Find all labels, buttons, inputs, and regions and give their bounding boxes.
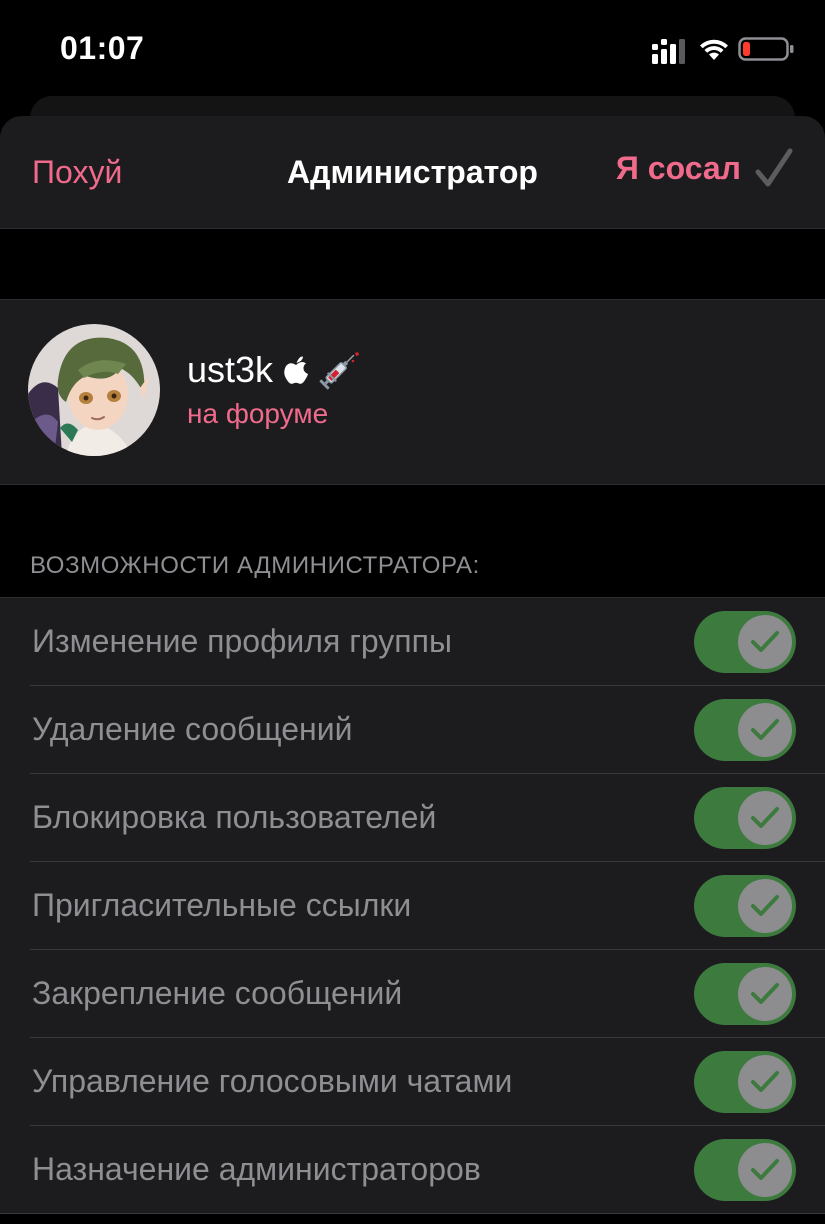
check-icon (751, 1159, 779, 1180)
right-row-change-group-info[interactable]: Изменение профиля группы (0, 598, 825, 686)
right-label: Изменение профиля группы (32, 623, 452, 659)
right-row-manage-voice-chats[interactable]: Управление голосовыми чатами (0, 1038, 825, 1126)
user-name-row: ust3k (187, 348, 361, 392)
user-name: ust3k (187, 349, 274, 390)
check-mark-icon (755, 148, 793, 187)
user-status: на форуме (187, 398, 329, 429)
check-icon (751, 1071, 779, 1092)
done-button[interactable]: Я сосал (616, 148, 793, 188)
right-label: Закрепление сообщений (32, 975, 403, 1011)
right-label: Пригласительные ссылки (32, 887, 412, 923)
toggle-switch[interactable] (694, 611, 796, 673)
right-row-ban-users[interactable]: Блокировка пользователей (0, 774, 825, 862)
cancel-button[interactable]: Похуй (32, 154, 122, 191)
navigation-bar: Похуй Администратор Я сосал (0, 116, 825, 229)
toggle-switch[interactable] (694, 1051, 796, 1113)
right-row-add-admins[interactable]: Назначение администраторов (0, 1126, 825, 1214)
right-label: Управление голосовыми чатами (32, 1063, 513, 1099)
toggle-switch[interactable] (694, 699, 796, 761)
toggle-knob (738, 1055, 792, 1109)
toggle-knob (738, 967, 792, 1021)
status-bar: 01:07 (0, 0, 825, 96)
admin-rights-sheet: Похуй Администратор Я сосал ust3k на фор… (0, 116, 825, 1224)
right-row-pin-messages[interactable]: Закрепление сообщений (0, 950, 825, 1038)
cellular-signal-icon (652, 39, 685, 64)
check-icon (751, 895, 779, 916)
check-icon (751, 719, 779, 740)
toggle-switch[interactable] (694, 963, 796, 1025)
right-label: Назначение администраторов (32, 1151, 481, 1187)
battery-icon (738, 37, 794, 61)
toggle-switch[interactable] (694, 1139, 796, 1201)
user-card[interactable]: ust3k на форуме (0, 299, 825, 485)
row-divider (0, 1213, 825, 1214)
section-header: ВОЗМОЖНОСТИ АДМИНИСТРАТОРА: (30, 552, 480, 579)
admin-rights-list: Изменение профиля группы Удаление сообще… (0, 597, 825, 1214)
toggle-knob (738, 1143, 792, 1197)
wifi-icon (700, 39, 728, 60)
check-icon (751, 807, 779, 828)
toggle-switch[interactable] (694, 787, 796, 849)
check-icon (751, 983, 779, 1004)
avatar-image (28, 324, 160, 456)
check-icon (751, 631, 779, 652)
apple-icon (284, 356, 309, 384)
syringe-icon (319, 352, 359, 390)
done-button-label: Я сосал (615, 149, 741, 186)
right-row-invite-links[interactable]: Пригласительные ссылки (0, 862, 825, 950)
toggle-knob (738, 615, 792, 669)
toggle-knob (738, 703, 792, 757)
toggle-knob (738, 791, 792, 845)
right-label: Удаление сообщений (32, 711, 353, 747)
right-label: Блокировка пользователей (32, 799, 437, 835)
right-row-delete-messages[interactable]: Удаление сообщений (0, 686, 825, 774)
toggle-switch[interactable] (694, 875, 796, 937)
status-time: 01:07 (60, 30, 145, 66)
toggle-knob (738, 879, 792, 933)
avatar[interactable] (28, 324, 160, 456)
